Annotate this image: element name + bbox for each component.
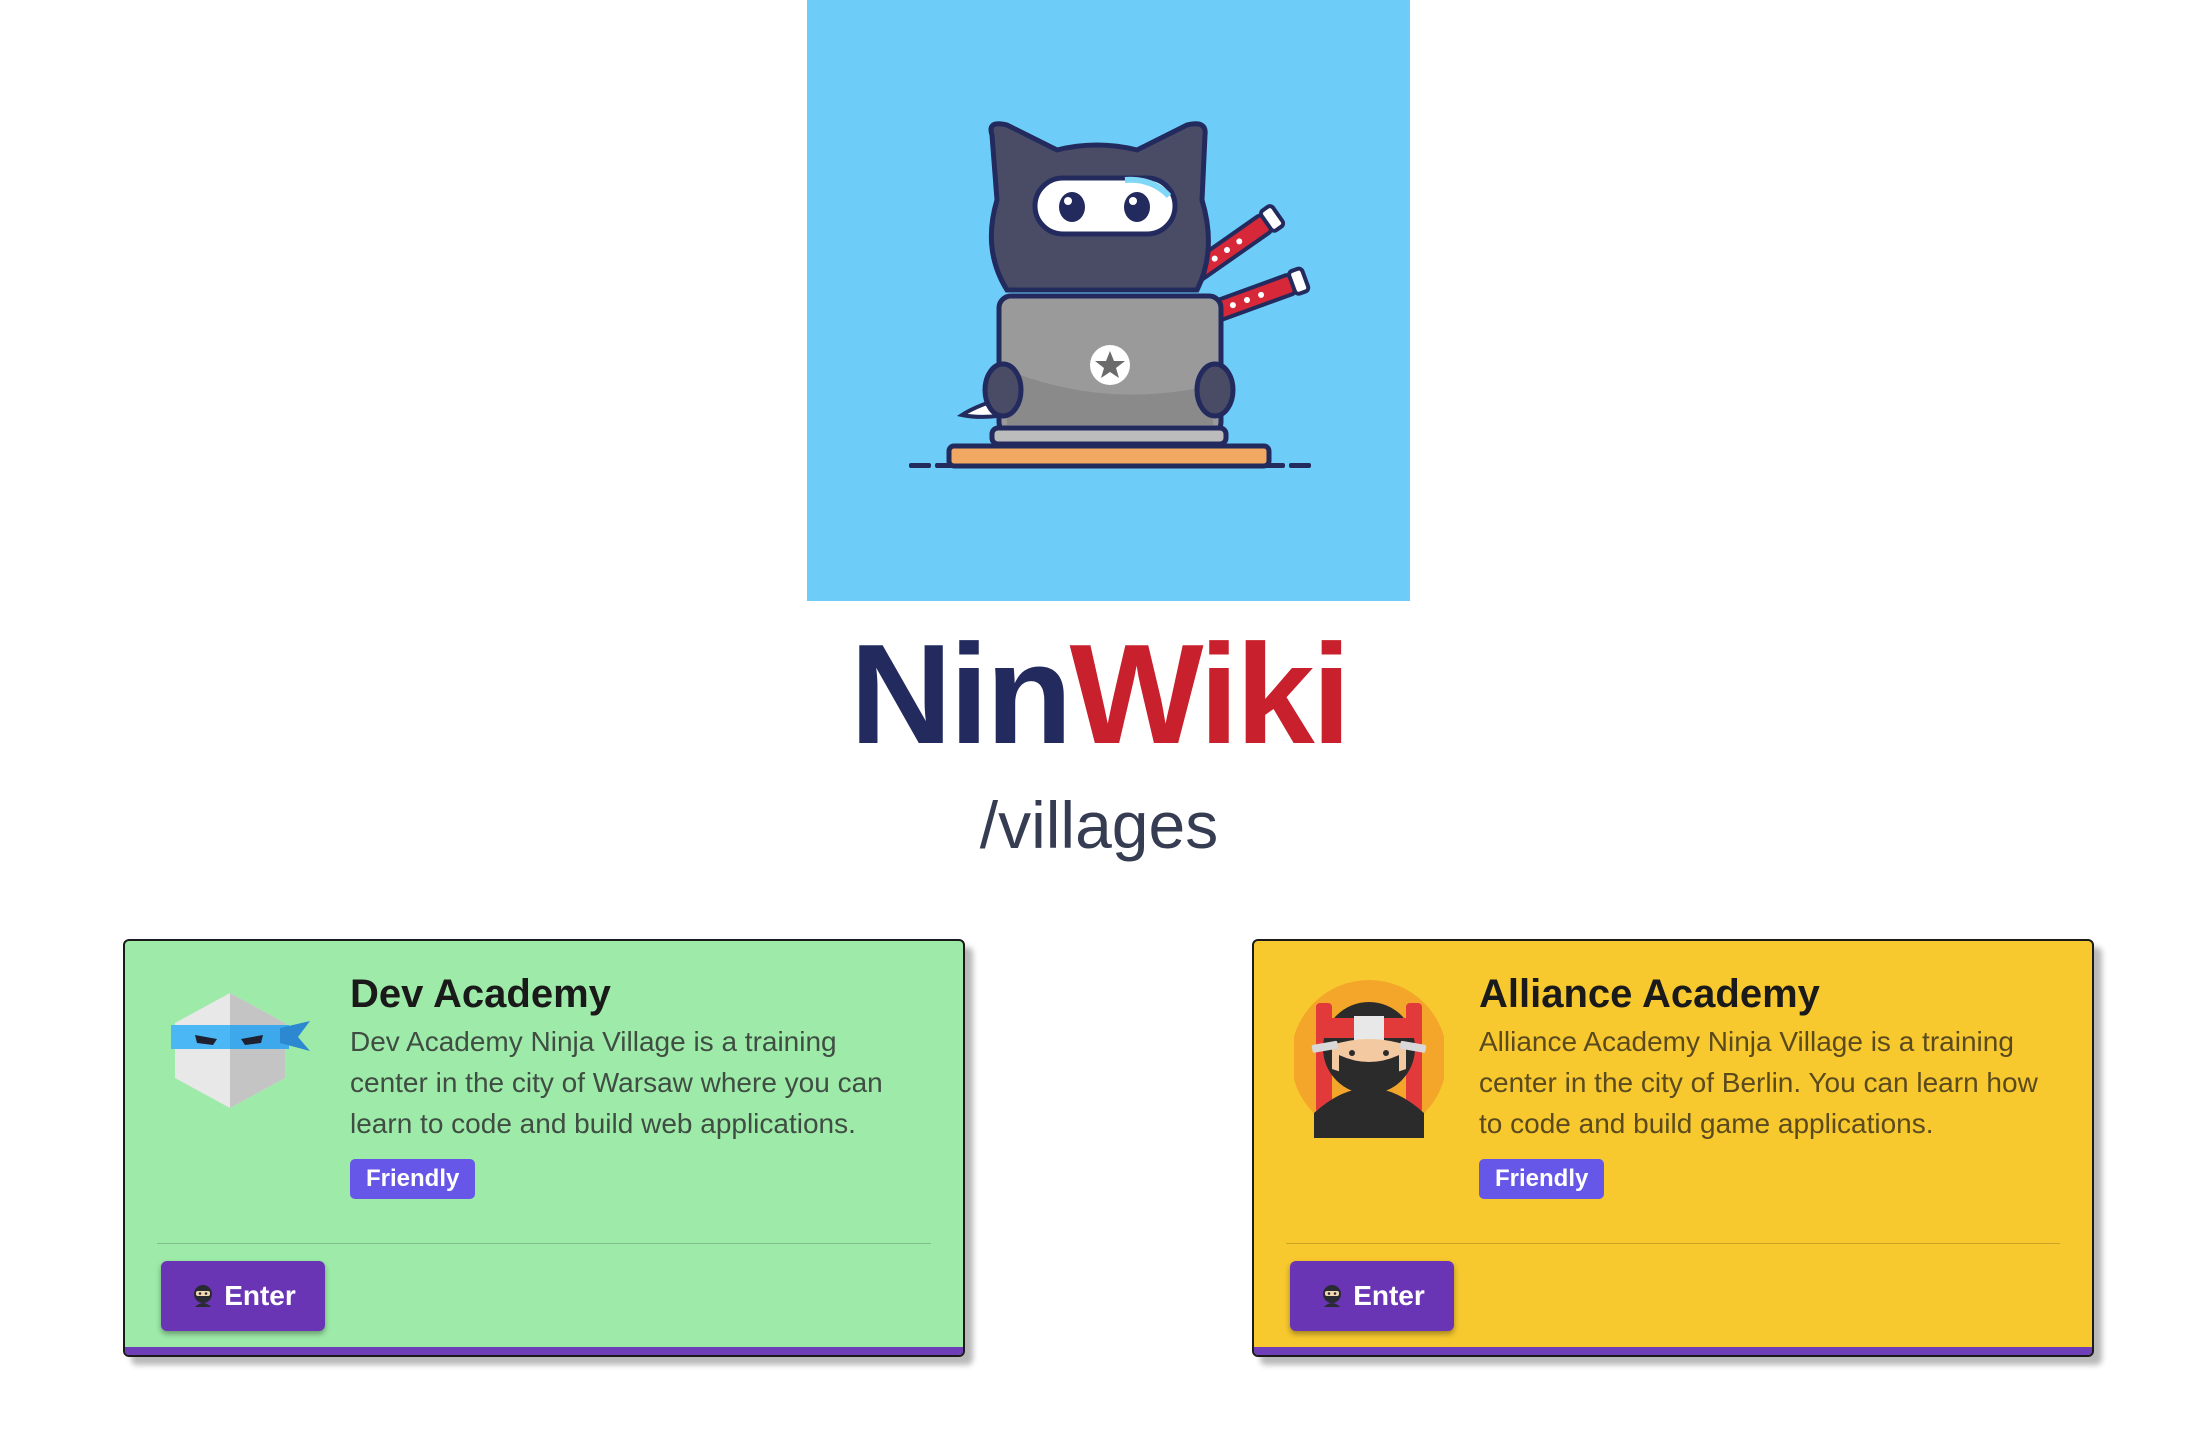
white-ninja-icon — [171, 993, 310, 1108]
village-card-alliance-academy: Alliance Academy Alliance Academy Ninja … — [1252, 939, 2094, 1357]
village-title: Alliance Academy — [1479, 972, 1820, 1016]
hero-image — [807, 0, 1410, 601]
village-card-dev-academy: Dev Academy Dev Academy Ninja Village is… — [123, 939, 965, 1357]
enter-button[interactable]: Enter — [161, 1261, 325, 1331]
red-headband-ninja-icon — [1291, 980, 1447, 1138]
enter-button[interactable]: Enter — [1290, 1261, 1454, 1331]
card-divider — [1286, 1243, 2060, 1244]
status-badge: Friendly — [350, 1159, 476, 1199]
avatar — [165, 973, 315, 1143]
ninja-emoji-icon — [194, 1285, 213, 1307]
village-title: Dev Academy — [350, 972, 611, 1016]
avatar — [1291, 973, 1447, 1143]
enter-button-label: Enter — [224, 1280, 296, 1311]
page-subtitle: /villages — [979, 788, 1219, 862]
status-badge: Friendly — [1479, 1159, 1605, 1199]
ninja-cat-laptop-icon — [909, 121, 1311, 469]
card-divider — [157, 1243, 931, 1244]
village-description: Alliance Academy Ninja Village is a trai… — [1479, 1026, 2038, 1139]
brand-title: NinWiki — [0, 610, 2198, 780]
brand-part-nin: Nin — [849, 615, 1073, 774]
enter-button-label: Enter — [1353, 1280, 1425, 1311]
village-description: Dev Academy Ninja Village is a training … — [350, 1026, 883, 1139]
ninja-emoji-icon — [1323, 1285, 1342, 1307]
brand-part-wiki: Wiki — [1069, 615, 1352, 774]
card-accent-bar — [1254, 1347, 2092, 1355]
card-accent-bar — [125, 1347, 963, 1355]
